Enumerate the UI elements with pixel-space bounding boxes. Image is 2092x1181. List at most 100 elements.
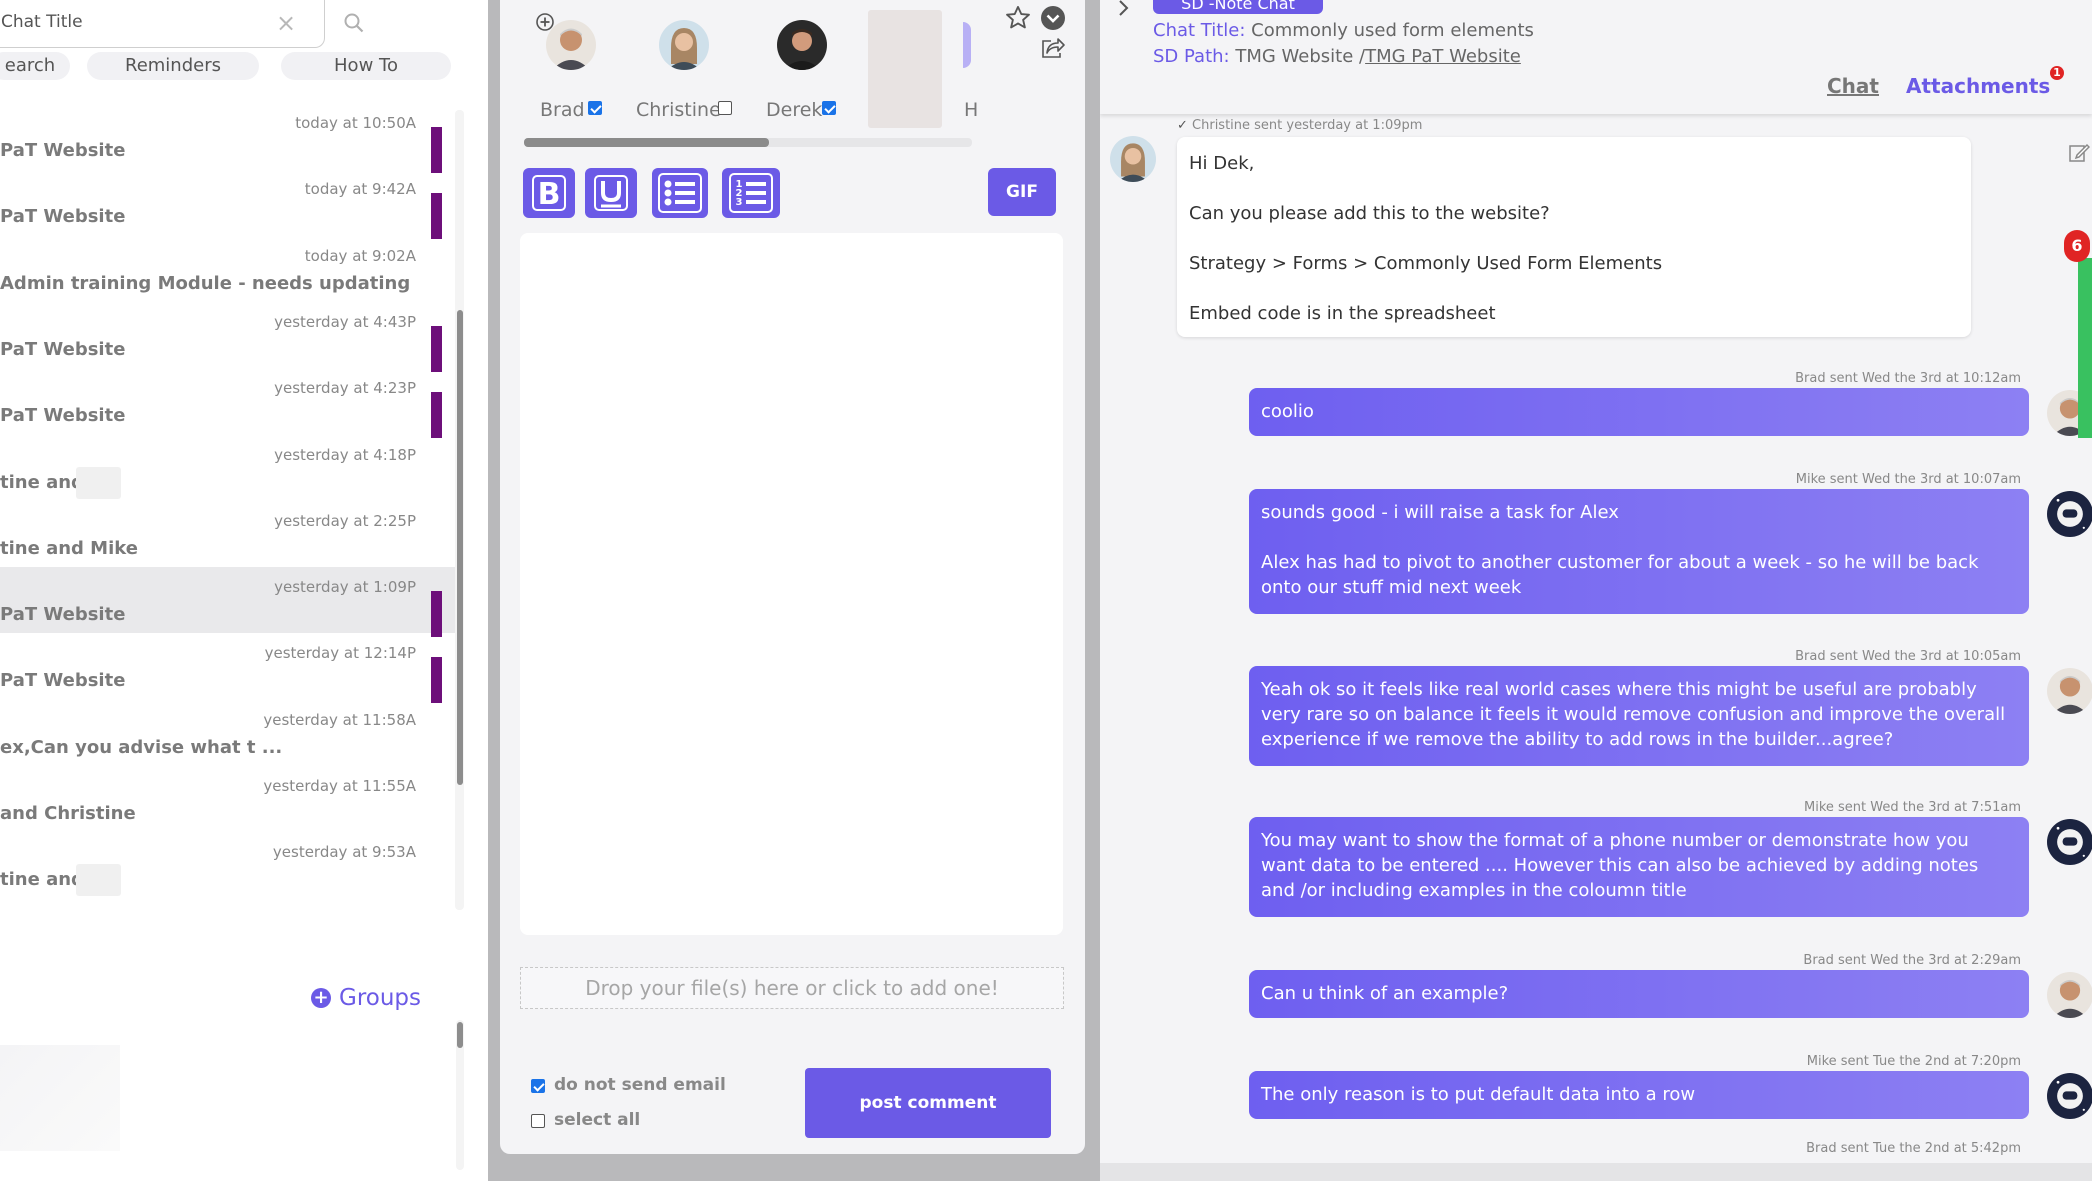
participant-checkbox[interactable]: [822, 101, 836, 115]
message-meta: ✓ Christine sent yesterday at 1:09pm: [1177, 118, 1422, 133]
avatar-brad[interactable]: [2047, 668, 2092, 714]
avatar-brad[interactable]: [546, 20, 596, 70]
numbered-list-button[interactable]: 1 2 3: [722, 168, 780, 218]
message-bubble-outgoing: Yeah ok so it feels like real world case…: [1249, 666, 2029, 766]
do-not-send-email-label: do not send email: [554, 1075, 726, 1095]
chat-list-scroll-thumb[interactable]: [457, 310, 463, 785]
chat-pane: ✓ Christine sent yesterday at 1:09pm Hi D…: [1100, 0, 2092, 1181]
unread-indicator-bar: [431, 657, 442, 704]
groups-scroll-thumb[interactable]: [457, 1022, 463, 1048]
search-input[interactable]: Chat Title: [1, 12, 83, 32]
chat-list-item[interactable]: yesterday at 1:09P PaT Website: [0, 567, 460, 638]
chat-list-item[interactable]: yesterday at 4:43P PaT Website: [0, 302, 460, 372]
svg-text:3: 3: [736, 197, 743, 208]
search-box[interactable]: Chat Title ×: [0, 0, 325, 48]
chat-list-item-title: PaT Website: [0, 140, 126, 161]
share-icon[interactable]: [1040, 36, 1066, 60]
chat-list-item-title: PaT Website: [0, 405, 126, 427]
chat-list-item-time: today at 9:02A: [304, 246, 416, 265]
select-all-checkbox[interactable]: [531, 1114, 545, 1128]
edit-icon[interactable]: [2068, 142, 2090, 164]
sd-path-prefix: TMG Website /: [1235, 46, 1366, 67]
numbered-list-icon: 1 2 3: [729, 173, 773, 213]
attachments-count-badge: 1: [2050, 66, 2064, 80]
chat-list-item[interactable]: today at 10:50A PaT Website: [0, 103, 460, 173]
bold-icon: B: [532, 175, 566, 211]
chat-list-item-time: yesterday at 4:43P: [274, 312, 416, 331]
chat-list-item[interactable]: yesterday at 9:53A tine and: [0, 832, 460, 898]
chat-list-item-title: PaT Website: [0, 206, 126, 228]
avatar-partial[interactable]: [963, 22, 971, 68]
avatar-derek[interactable]: [777, 20, 827, 70]
chevron-right-icon[interactable]: [1116, 0, 1132, 16]
message-bubble-outgoing: coolio: [1249, 388, 2029, 436]
chat-type-pill: SD -Note Chat: [1153, 0, 1323, 14]
chat-list-item[interactable]: yesterday at 11:55A and Christine: [0, 766, 460, 832]
unread-indicator-bar: [431, 591, 442, 638]
unread-indicator-bar: [431, 392, 442, 439]
chevron-down-icon[interactable]: [1040, 5, 1066, 31]
chat-list-item[interactable]: yesterday at 11:58A ex,Can you advise wha…: [0, 700, 460, 766]
chat-list-pane: Chat Title × earch Reminders How To toda…: [0, 0, 488, 1181]
bold-button[interactable]: B: [523, 168, 575, 218]
chat-list-item-time: yesterday at 12:14P: [264, 644, 416, 663]
chat-header: SD -Note Chat Chat Title: Commonly used …: [1100, 0, 2092, 114]
participant-checkbox[interactable]: [718, 101, 732, 115]
message-meta: Brad sent Wed the 3rd at 2:29am: [1803, 953, 2021, 968]
message-bubble-incoming: Hi Dek, Can you please add this to the w…: [1177, 137, 1971, 337]
avatar-mike[interactable]: [2047, 1073, 2092, 1119]
chat-title-line: Chat Title: Commonly used form elements: [1153, 20, 1534, 41]
chat-list-item[interactable]: yesterday at 2:25P tine and Mike: [0, 501, 460, 567]
bullet-list-button[interactable]: [652, 168, 708, 218]
avatar-mike[interactable]: [2047, 819, 2092, 865]
chat-scrollbar-horizontal[interactable]: [1100, 1163, 2092, 1181]
sd-path-link[interactable]: TMG PaT Website: [1365, 46, 1521, 67]
chat-list-item[interactable]: yesterday at 12:14P PaT Website: [0, 633, 460, 704]
message-meta: Mike sent Tue the 2nd at 7:20pm: [1806, 1054, 2021, 1069]
unread-indicator-bar: [431, 193, 442, 240]
file-dropzone[interactable]: Drop your file(s) here or click to add o…: [520, 967, 1064, 1009]
chat-list-item[interactable]: today at 9:02A Admin training Module - ne…: [0, 236, 460, 302]
tab-how-to[interactable]: How To: [281, 52, 451, 80]
presence-bar: [2078, 258, 2092, 438]
message-bubble-outgoing: sounds good - i will raise a task for Al…: [1249, 489, 2029, 614]
chat-list-item-title: PaT Website: [0, 670, 126, 692]
chat-list-item-title: tine and: [0, 471, 84, 493]
search-icon[interactable]: [343, 12, 365, 34]
message-meta-text: Christine sent yesterday at 1:09pm: [1192, 118, 1423, 133]
chat-list-item-time: yesterday at 11:58A: [263, 710, 416, 729]
message-editor[interactable]: [520, 233, 1063, 935]
avatar-blurred[interactable]: [868, 10, 942, 128]
message-meta: Brad sent Wed the 3rd at 10:12am: [1795, 371, 2021, 386]
unread-count-badge[interactable]: 6: [2064, 230, 2090, 262]
chat-list-item-time: today at 9:42A: [304, 180, 416, 199]
groups-button[interactable]: + Groups: [311, 985, 421, 1011]
avatar-mike[interactable]: [2047, 491, 2092, 537]
tab-reminders[interactable]: Reminders: [87, 52, 259, 80]
gif-button[interactable]: GIF: [988, 168, 1056, 216]
tab-attachments[interactable]: Attachments: [1906, 74, 2050, 98]
post-comment-button[interactable]: post comment: [805, 1068, 1051, 1138]
avatar-christine[interactable]: [659, 20, 709, 70]
tab-search[interactable]: earch: [0, 52, 70, 80]
chat-list-item[interactable]: yesterday at 4:18P tine and: [0, 435, 460, 501]
participant-name: Derek: [766, 99, 823, 121]
participant-checkbox[interactable]: [588, 101, 602, 115]
message-meta: Mike sent Wed the 3rd at 7:51am: [1804, 800, 2021, 815]
chat-list-item-title: tine and: [0, 869, 84, 891]
chat-list-item-title: tine and Mike: [0, 537, 138, 559]
chat-list-item[interactable]: yesterday at 4:23P PaT Website: [0, 368, 460, 439]
participants-scroll-thumb[interactable]: [524, 138, 769, 147]
blurred-group-item[interactable]: [0, 1045, 120, 1151]
sd-path-line: SD Path: TMG Website /TMG PaT Website: [1153, 46, 1521, 67]
underline-button[interactable]: [585, 168, 637, 218]
do-not-send-email-checkbox[interactable]: [531, 1079, 545, 1093]
chat-list-item[interactable]: today at 9:42A PaT Website: [0, 169, 460, 240]
tab-chat[interactable]: Chat: [1827, 74, 1879, 98]
avatar-christine[interactable]: [1110, 136, 1156, 182]
star-icon[interactable]: [1004, 4, 1032, 32]
clear-icon[interactable]: ×: [276, 9, 296, 37]
groups-label: Groups: [339, 985, 422, 1011]
avatar-brad[interactable]: [2047, 972, 2092, 1018]
chat-list-item-title: ex,Can you advise what t ...: [0, 736, 283, 758]
